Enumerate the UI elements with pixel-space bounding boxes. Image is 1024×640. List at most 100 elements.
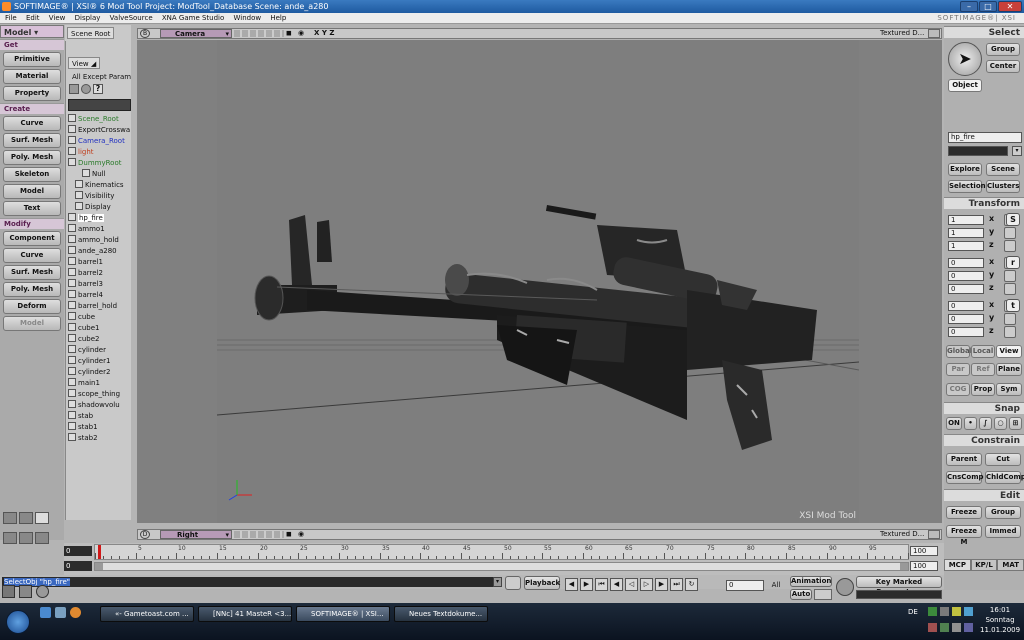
tree-item[interactable]: barrel2 [66, 268, 131, 279]
explorer-view-tab[interactable]: View ◢ [68, 57, 101, 69]
timeline-range-end-field[interactable]: 100 [910, 561, 938, 571]
menu-view[interactable]: View [49, 14, 66, 22]
rotate-z-axis-label[interactable]: z [989, 283, 994, 292]
prop-button[interactable]: Prop [971, 383, 995, 396]
select-arrow-icon[interactable]: ➤ [948, 42, 982, 76]
timeline-end-field[interactable]: 100 [910, 546, 938, 556]
translate-z-lock-icon[interactable] [1004, 326, 1016, 338]
tree-item[interactable]: barrel4 [66, 290, 131, 301]
create-poly-mesh-button[interactable]: Poly. Mesh [3, 150, 61, 165]
viewport-canvas[interactable] [216, 40, 860, 523]
scale-z-field[interactable]: 1 [948, 241, 984, 251]
tree-item[interactable]: barrel_hold [66, 301, 131, 312]
tree-item[interactable]: stab2 [66, 433, 131, 444]
cut-button[interactable]: Cut [985, 453, 1021, 466]
tree-item[interactable]: Visibility [66, 191, 131, 202]
bottom-eye-icon[interactable]: ◉ [298, 530, 304, 539]
help-icon[interactable]: ? [93, 84, 103, 94]
tree-item[interactable]: stab [66, 411, 131, 422]
tree-item[interactable]: stab1 [66, 422, 131, 433]
translate-y-lock-icon[interactable] [1004, 313, 1016, 325]
tree-item[interactable]: Null [66, 169, 131, 180]
menu-display[interactable]: Display [75, 14, 101, 22]
scale-y-field[interactable]: 1 [948, 228, 984, 238]
snap-points-icon[interactable]: • [964, 417, 977, 430]
scene-button[interactable]: Scene [986, 163, 1020, 176]
eye-icon[interactable]: ◉ [298, 29, 304, 38]
tree-item[interactable]: barrel3 [66, 279, 131, 290]
skeleton-button[interactable]: Skeleton [3, 167, 61, 182]
layout-split-icon[interactable] [19, 512, 33, 524]
snap-curves-icon[interactable]: ∫ [979, 417, 992, 430]
close-button[interactable]: ✕ [998, 1, 1022, 12]
command-line[interactable]: SelectObj "hp_fire" [2, 577, 502, 587]
scale-tool-button[interactable]: S [1006, 213, 1020, 226]
menu-file[interactable]: File [5, 14, 17, 22]
rotate-z-lock-icon[interactable] [1004, 283, 1016, 295]
task-softimage[interactable]: SOFTIMAGE® | XSI... [296, 606, 390, 622]
auto-key-button[interactable]: Auto [790, 589, 812, 600]
global-button[interactable]: Global [946, 345, 972, 358]
scale-x-field[interactable]: 1 [948, 215, 984, 225]
layout-wave-icon[interactable] [3, 532, 17, 544]
timeline-start-field[interactable]: 0 [64, 546, 92, 556]
layout-horizontal-icon[interactable] [35, 532, 49, 544]
tray-app-icon-2[interactable] [940, 607, 949, 616]
all-label[interactable]: All [766, 580, 786, 591]
selection-filter-field[interactable] [948, 146, 1008, 156]
prev-key-icon[interactable]: ◀ [565, 578, 578, 591]
modify-poly-mesh-button[interactable]: Poly. Mesh [3, 282, 61, 297]
playhead-marker[interactable] [98, 545, 101, 559]
modify-surf-mesh-button[interactable]: Surf. Mesh [3, 265, 61, 280]
tray-app-icon-6[interactable] [964, 623, 973, 632]
camera-icon[interactable]: ◼ [286, 29, 292, 38]
explorer-filter[interactable]: All Except Params [66, 71, 131, 84]
cog-button[interactable]: COG [946, 383, 970, 396]
translate-tool-button[interactable]: t [1006, 299, 1020, 312]
firefox-icon[interactable] [70, 607, 81, 618]
text-button[interactable]: Text [3, 201, 61, 216]
marked-parameters-field[interactable] [856, 590, 942, 599]
paint-tool-icon[interactable] [36, 584, 49, 598]
scope-tab[interactable]: Scene Root [67, 27, 115, 39]
center-button[interactable]: Center [986, 60, 1020, 73]
tree-item[interactable]: cube [66, 312, 131, 323]
bottom-camera-dropdown[interactable]: Right ▾ [160, 530, 232, 539]
tray-app-icon-5[interactable] [928, 623, 937, 632]
menu-window[interactable]: Window [234, 14, 262, 22]
tree-item[interactable]: ande_a280 [66, 246, 131, 257]
tree-item[interactable]: ammo_hold [66, 235, 131, 246]
lock-icon[interactable] [69, 84, 79, 94]
start-button[interactable] [6, 610, 30, 634]
rotate-y-lock-icon[interactable] [1004, 270, 1016, 282]
layout-single-icon[interactable] [35, 512, 49, 524]
step-back-icon[interactable]: ◀ [610, 578, 623, 591]
clock[interactable]: 16:01 Sonntag 11.01.2009 [980, 605, 1020, 635]
loop-icon[interactable]: ↻ [685, 578, 698, 591]
range-slider[interactable] [94, 562, 909, 571]
go-last-icon[interactable]: ⏭ [670, 578, 683, 591]
play-icon[interactable]: ▷ [640, 578, 653, 591]
bottom-camera-icon[interactable]: ◼ [286, 530, 292, 539]
tray-app-icon-3[interactable] [952, 607, 961, 616]
menu-edit[interactable]: Edit [26, 14, 40, 22]
tree-item[interactable]: cube1 [66, 323, 131, 334]
tree-item[interactable]: hp_fire [66, 213, 131, 224]
rotate-tool-button[interactable]: r [1006, 256, 1020, 269]
snap-on-button[interactable]: ON [946, 417, 962, 430]
scale-z-axis-label[interactable]: z [989, 240, 994, 249]
tree-item[interactable]: cylinder1 [66, 356, 131, 367]
translate-y-axis-label[interactable]: y [989, 313, 994, 322]
go-first-icon[interactable]: ⏮ [595, 578, 608, 591]
material-button[interactable]: Material [3, 69, 61, 84]
key-options-icon[interactable] [814, 589, 832, 600]
frame-field[interactable]: 0 [726, 580, 764, 591]
tree-item[interactable]: DummyRoot [66, 158, 131, 169]
tab-mat[interactable]: MAT [997, 559, 1024, 571]
deform-button[interactable]: Deform [3, 299, 61, 314]
selection-menu-icon[interactable]: ▾ [1012, 146, 1022, 156]
snap-grid-icon[interactable]: ○ [994, 417, 1007, 430]
animation-button[interactable]: Animation [790, 576, 832, 587]
translate-z-field[interactable]: 0 [948, 327, 984, 337]
scale-x-axis-label[interactable]: x [989, 214, 994, 223]
